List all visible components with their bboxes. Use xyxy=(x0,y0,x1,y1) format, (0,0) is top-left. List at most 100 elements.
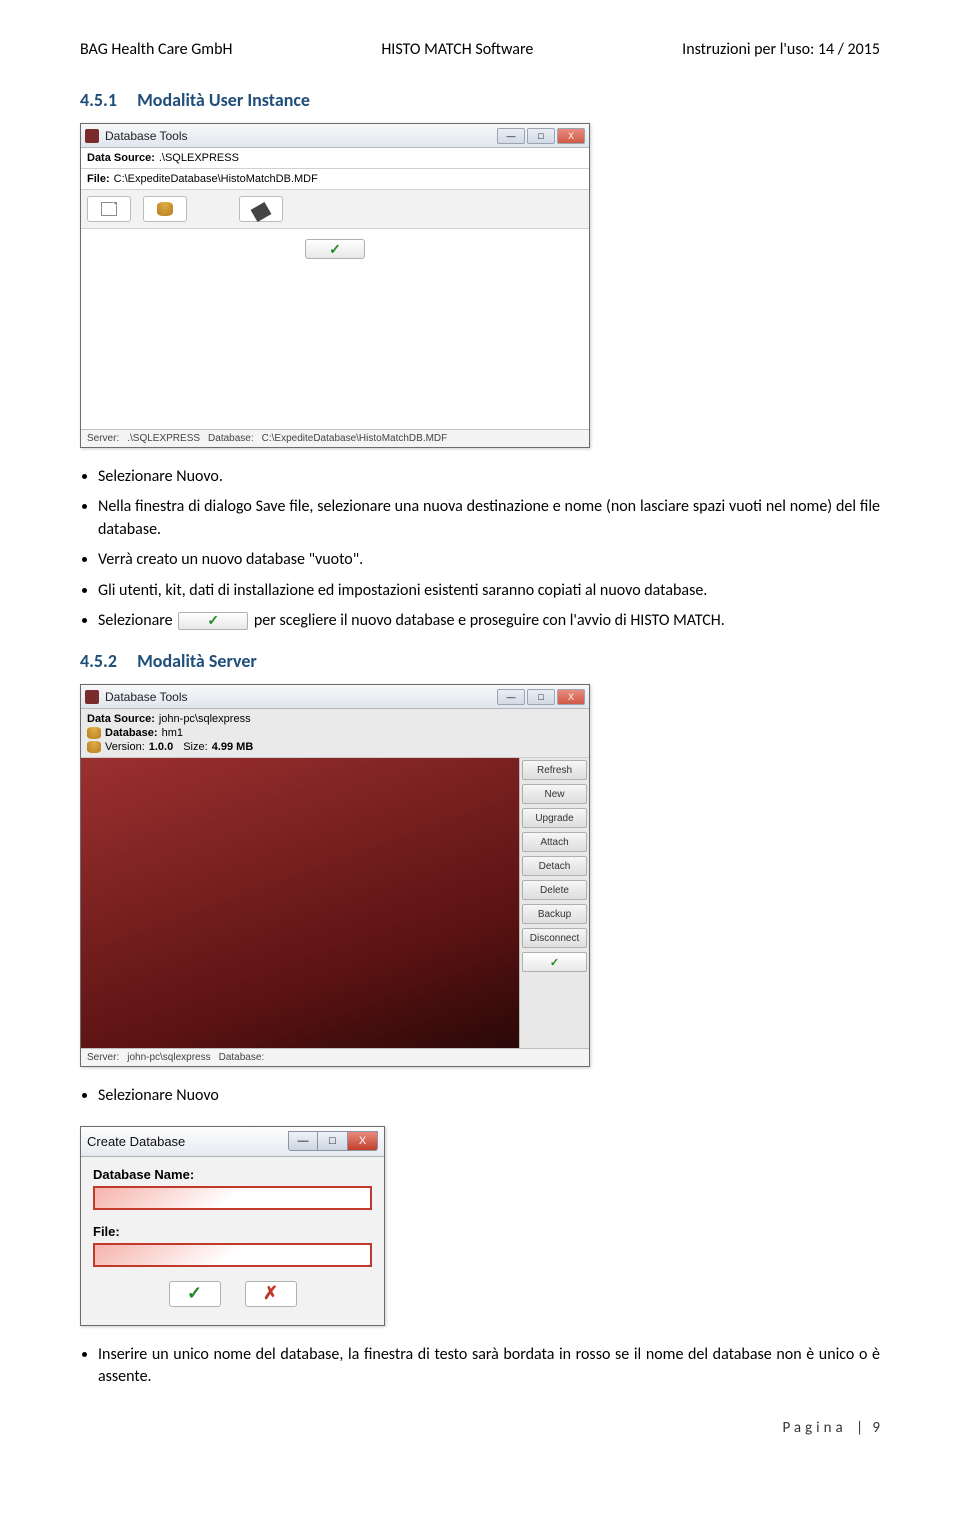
detach-button[interactable]: Detach xyxy=(522,856,587,876)
status-db-label: Database: xyxy=(208,433,254,444)
minimize-button[interactable]: — xyxy=(497,128,525,144)
database-tools-window-server: Database Tools — □ X Data Source: john-p… xyxy=(80,684,590,1067)
footer-sep: | xyxy=(853,1419,867,1437)
window-title: Create Database xyxy=(87,1134,288,1149)
footer-page-number: 9 xyxy=(872,1419,880,1437)
delete-button[interactable]: Delete xyxy=(522,880,587,900)
bullet-list-1: Selezionare Nuovo. Nella finestra di dia… xyxy=(98,466,880,632)
bullet-1-5a: Selezionare xyxy=(98,611,173,630)
titlebar: Database Tools — □ X xyxy=(81,124,589,148)
bullet-list-2: Selezionare Nuovo xyxy=(98,1085,880,1107)
file-label: File: xyxy=(87,173,110,185)
header-center: HISTO MATCH Software xyxy=(381,40,533,59)
blank-area xyxy=(81,269,589,429)
attach-button[interactable]: Attach xyxy=(522,832,587,852)
check-icon: ✓ xyxy=(207,611,219,631)
database-name-label: Database Name: xyxy=(93,1167,372,1182)
data-source-row: Data Source: .\SQLEXPRESS xyxy=(81,148,589,169)
check-icon: ✓ xyxy=(550,956,559,969)
status-server-label: Server: xyxy=(87,1052,119,1063)
close-button[interactable]: X xyxy=(557,128,585,144)
section-452-heading: 4.5.2 Modalità Server xyxy=(80,650,880,672)
cancel-button[interactable]: ✗ xyxy=(245,1281,297,1307)
database-icon xyxy=(157,202,173,216)
maximize-button[interactable]: □ xyxy=(527,689,555,705)
close-button[interactable]: X xyxy=(557,689,585,705)
cross-icon: ✗ xyxy=(263,1283,278,1304)
database-name-input[interactable] xyxy=(93,1186,372,1210)
database-value: hm1 xyxy=(162,727,183,739)
bullet-1-5: Selezionare ✓ per scegliere il nuovo dat… xyxy=(98,610,880,632)
confirm-bar: ✓ xyxy=(81,229,589,269)
size-label: Size: xyxy=(183,741,207,753)
app-icon xyxy=(85,129,99,143)
close-button[interactable]: X xyxy=(348,1131,378,1151)
check-icon: ✓ xyxy=(329,241,341,258)
section-451-heading: 4.5.1 Modalità User Instance xyxy=(80,89,880,111)
database-icon xyxy=(87,741,101,753)
toolbar xyxy=(81,190,589,229)
data-source-label: Data Source: xyxy=(87,152,155,164)
maximize-button[interactable]: □ xyxy=(527,128,555,144)
upgrade-button[interactable]: Upgrade xyxy=(522,808,587,828)
confirm-button[interactable]: ✓ xyxy=(305,239,365,259)
refresh-button[interactable]: Refresh xyxy=(522,760,587,780)
titlebar: Database Tools — □ X xyxy=(81,685,589,709)
database-icon xyxy=(87,727,101,739)
header-right: Instruzioni per l'uso: 14 / 2015 xyxy=(682,40,880,59)
pencil-icon xyxy=(251,201,272,221)
create-database-dialog: Create Database — □ X Database Name: Fil… xyxy=(80,1126,385,1326)
confirm-button[interactable]: ✓ xyxy=(522,952,587,972)
minimize-icon: — xyxy=(298,1135,309,1147)
bullet-1-3: Verrà creato un nuovo database "vuoto". xyxy=(98,549,880,571)
bullet-list-3: Inserire un unico nome del database, la … xyxy=(98,1344,880,1389)
new-button[interactable]: New xyxy=(522,784,587,804)
edit-button[interactable] xyxy=(239,196,283,222)
file-label: File: xyxy=(93,1224,372,1239)
data-source-value: john-pc\sqlexpress xyxy=(159,713,251,725)
status-server-value: john-pc\sqlexpress xyxy=(127,1052,210,1063)
data-source-value: .\SQLEXPRESS xyxy=(159,152,239,164)
close-icon: X xyxy=(359,1135,366,1147)
file-value: C:\ExpediteDatabase\HistoMatchDB.MDF xyxy=(114,173,318,185)
window-title: Database Tools xyxy=(105,690,497,704)
header-left: BAG Health Care GmbH xyxy=(80,40,232,59)
document-icon xyxy=(101,202,117,216)
maximize-button[interactable]: □ xyxy=(318,1131,348,1151)
section-452-number: 4.5.2 xyxy=(80,650,117,672)
open-db-button[interactable] xyxy=(143,196,187,222)
section-452-title: Modalità Server xyxy=(137,650,257,672)
file-input[interactable] xyxy=(93,1243,372,1267)
bullet-1-1: Selezionare Nuovo. xyxy=(98,466,880,488)
version-label: Version: xyxy=(105,741,145,753)
section-451-title: Modalità User Instance xyxy=(137,89,310,111)
server-info: Data Source: john-pc\sqlexpress Database… xyxy=(81,709,589,758)
inline-confirm-button[interactable]: ✓ xyxy=(178,612,248,630)
statusbar: Server: john-pc\sqlexpress Database: xyxy=(81,1048,589,1066)
file-row: File: C:\ExpediteDatabase\HistoMatchDB.M… xyxy=(81,169,589,190)
bullet-1-4: Gli utenti, kit, dati di installazione e… xyxy=(98,580,880,602)
maximize-icon: □ xyxy=(329,1135,336,1147)
status-server-label: Server: xyxy=(87,433,119,444)
database-list-area[interactable] xyxy=(81,758,519,1048)
minimize-button[interactable]: — xyxy=(497,689,525,705)
check-icon: ✓ xyxy=(187,1283,202,1304)
backup-button[interactable]: Backup xyxy=(522,904,587,924)
new-button[interactable] xyxy=(87,196,131,222)
disconnect-button[interactable]: Disconnect xyxy=(522,928,587,948)
status-db-label: Database: xyxy=(219,1052,265,1063)
page-header: BAG Health Care GmbH HISTO MATCH Softwar… xyxy=(80,40,880,59)
page-footer: Pagina | 9 xyxy=(80,1419,880,1437)
section-451-number: 4.5.1 xyxy=(80,89,117,111)
data-source-label: Data Source: xyxy=(87,713,155,725)
database-tools-window-user: Database Tools — □ X Data Source: .\SQLE… xyxy=(80,123,590,448)
version-value: 1.0.0 xyxy=(149,741,173,753)
status-server-value: .\SQLEXPRESS xyxy=(127,433,200,444)
size-value: 4.99 MB xyxy=(212,741,254,753)
minimize-button[interactable]: — xyxy=(288,1131,318,1151)
bullet-3-1: Inserire un unico nome del database, la … xyxy=(98,1344,880,1389)
ok-button[interactable]: ✓ xyxy=(169,1281,221,1307)
status-db-value: C:\ExpediteDatabase\HistoMatchDB.MDF xyxy=(262,433,448,444)
app-icon xyxy=(85,690,99,704)
titlebar: Create Database — □ X xyxy=(81,1127,384,1157)
